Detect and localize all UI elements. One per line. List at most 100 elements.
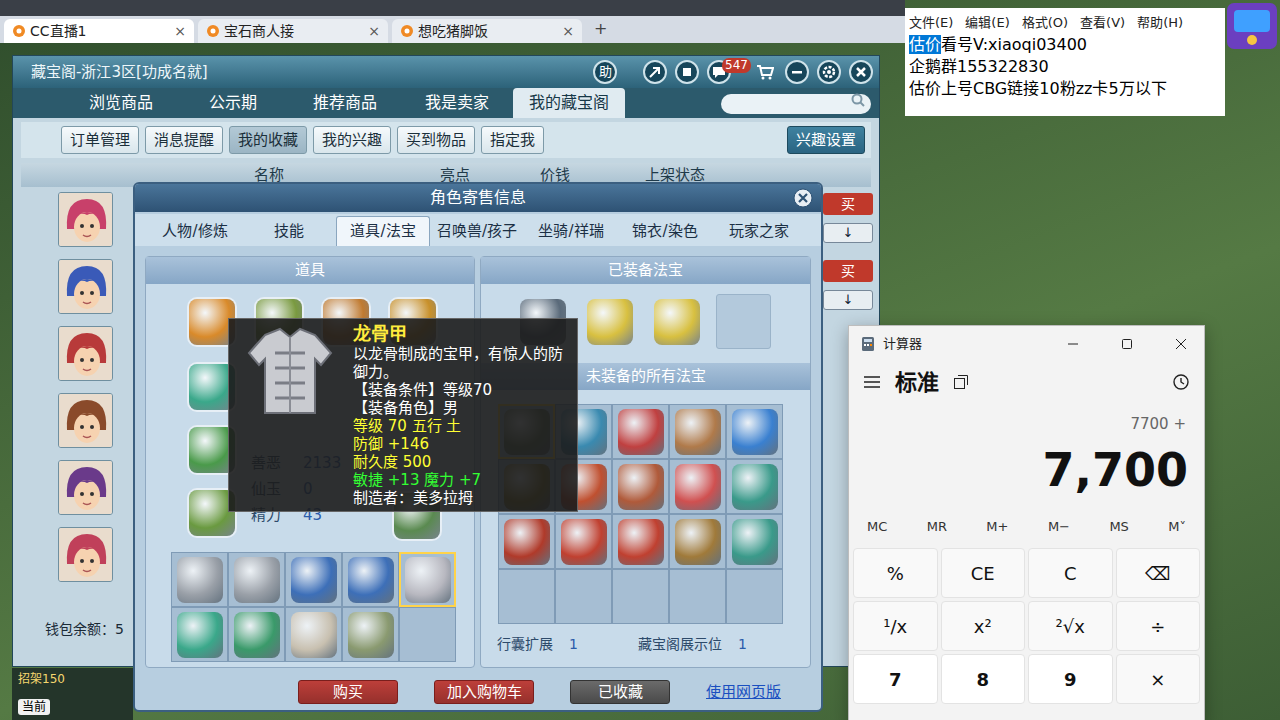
memory-button[interactable]: MS [1109, 517, 1128, 537]
calculator-key[interactable]: ¹/x [853, 601, 938, 651]
browser-tab[interactable]: 宝石商人接× [198, 19, 388, 43]
share-button[interactable] [643, 60, 667, 84]
calculator-key[interactable]: % [853, 548, 938, 598]
calculator-key[interactable]: ⌫ [1116, 548, 1201, 598]
text-line[interactable]: 估价上号CBG链接10粉zz卡5万以下 [909, 78, 1221, 100]
dialog-tab[interactable]: 道具/法宝 [336, 216, 430, 246]
fabao-slot[interactable] [612, 404, 669, 459]
calculator-key[interactable]: CE [941, 548, 1026, 598]
calculator-key[interactable]: 8 [941, 654, 1026, 704]
text-line[interactable]: 估价看号V:xiaoqi03400 [909, 34, 1221, 56]
memory-button[interactable]: MC [867, 517, 887, 537]
calculator-key[interactable]: ÷ [1116, 601, 1201, 651]
calculator-key[interactable]: × [1116, 654, 1201, 704]
search-input[interactable] [721, 94, 871, 114]
message-button[interactable]: 547 [707, 60, 731, 84]
settings-button[interactable] [817, 60, 841, 84]
menu-item[interactable]: 文件(E) [909, 13, 953, 33]
dialog-tab[interactable]: 人物/修炼 [148, 216, 242, 246]
minimize-button[interactable] [1050, 326, 1096, 362]
inventory-slot[interactable] [228, 607, 285, 662]
fabao-slot[interactable] [669, 459, 726, 514]
fabao-slot[interactable] [555, 514, 612, 569]
text-segment[interactable]: 估价 [909, 35, 941, 54]
inventory-slot[interactable] [399, 552, 456, 607]
interest-settings-button[interactable]: 兴趣设置 [787, 126, 865, 155]
dialog-tab[interactable]: 召唤兽/孩子 [430, 216, 524, 246]
text-segment[interactable]: 估价上号CBG链接10粉zz卡5万以下 [909, 79, 1167, 98]
memory-button[interactable]: M˅ [1168, 517, 1186, 537]
maximize-button[interactable] [1104, 326, 1150, 362]
close-button[interactable] [849, 60, 873, 84]
inventory-slot[interactable] [171, 552, 228, 607]
nav-tab[interactable]: 公示期 [177, 88, 289, 118]
memory-button[interactable]: M+ [986, 517, 1008, 537]
sub-tab[interactable]: 消息提醒 [145, 126, 223, 155]
fabao-slot[interactable] [498, 514, 555, 569]
nav-tab[interactable]: 浏览商品 [65, 88, 177, 118]
inventory-slot[interactable] [228, 552, 285, 607]
fabao-slot[interactable] [726, 514, 783, 569]
calculator-key[interactable]: C [1028, 548, 1113, 598]
sub-tab[interactable]: 我的收藏 [229, 126, 307, 155]
sub-tab[interactable]: 买到物品 [397, 126, 475, 155]
fabao-slot[interactable] [669, 514, 726, 569]
inventory-slot[interactable] [285, 607, 342, 662]
nav-tab[interactable]: 推荐商品 [289, 88, 401, 118]
fabao-slot[interactable] [582, 294, 637, 349]
menu-item[interactable]: 格式(O) [1022, 13, 1068, 33]
browser-tab[interactable]: 想吃猪脚饭× [392, 19, 582, 43]
calculator-key[interactable]: 9 [1028, 654, 1113, 704]
text-segment[interactable]: 企鹅群155322830 [909, 57, 1049, 76]
minimize-button[interactable] [785, 60, 809, 84]
inventory-slot[interactable] [399, 607, 456, 662]
buy-button[interactable]: 买 [823, 193, 873, 215]
fabao-slot[interactable] [612, 514, 669, 569]
nav-tab[interactable]: 我是卖家 [401, 88, 513, 118]
buy-button[interactable]: 买 [823, 260, 873, 282]
action-button[interactable]: 已收藏 [570, 680, 670, 704]
help-button[interactable]: 助 [593, 60, 617, 84]
nav-tab[interactable]: 我的藏宝阁 [513, 88, 625, 118]
fabao-slot[interactable] [612, 569, 669, 624]
fabao-slot[interactable] [649, 294, 704, 349]
close-button[interactable] [793, 188, 813, 215]
fabao-slot[interactable] [669, 569, 726, 624]
close-tab-button[interactable]: × [562, 21, 574, 42]
fabao-slot[interactable] [555, 569, 612, 624]
sort-button[interactable]: ↓ [823, 223, 873, 243]
sub-tab[interactable]: 指定我 [481, 126, 544, 155]
memory-button[interactable]: MR [927, 517, 947, 537]
calculator-key[interactable]: 7 [853, 654, 938, 704]
web-version-link[interactable]: 使用网页版 [706, 680, 781, 704]
inventory-slot[interactable] [342, 552, 399, 607]
action-button[interactable]: 加入购物车 [434, 680, 534, 704]
menu-item[interactable]: 查看(V) [1080, 13, 1125, 33]
stop-button[interactable] [675, 60, 699, 84]
close-tab-button[interactable]: × [368, 21, 380, 42]
memory-button[interactable]: M− [1048, 517, 1070, 537]
dialog-tab[interactable]: 玩家之家 [712, 216, 806, 246]
fabao-slot[interactable] [498, 569, 555, 624]
action-button[interactable]: 购买 [298, 680, 398, 704]
text-line[interactable]: 企鹅群155322830 [909, 56, 1221, 78]
inventory-slot[interactable] [342, 607, 399, 662]
sort-button[interactable]: ↓ [823, 290, 873, 310]
fabao-slot[interactable] [716, 294, 771, 349]
close-button[interactable] [1158, 326, 1204, 362]
new-tab-button[interactable]: + [586, 17, 615, 43]
inventory-slot[interactable] [285, 552, 342, 607]
calculator-key[interactable]: x² [941, 601, 1026, 651]
fabao-slot[interactable] [726, 404, 783, 459]
close-tab-button[interactable]: × [174, 21, 186, 42]
inventory-slot[interactable] [171, 607, 228, 662]
menu-item[interactable]: 帮助(H) [1137, 13, 1183, 33]
dialog-tab[interactable]: 技能 [242, 216, 336, 246]
sub-tab[interactable]: 订单管理 [61, 126, 139, 155]
dialog-tab[interactable]: 坐骑/祥瑞 [524, 216, 618, 246]
calculator-key[interactable]: ²√x [1028, 601, 1113, 651]
fabao-slot[interactable] [726, 569, 783, 624]
menu-item[interactable]: 编辑(E) [965, 13, 1009, 33]
fabao-slot[interactable] [669, 404, 726, 459]
fabao-slot[interactable] [612, 459, 669, 514]
